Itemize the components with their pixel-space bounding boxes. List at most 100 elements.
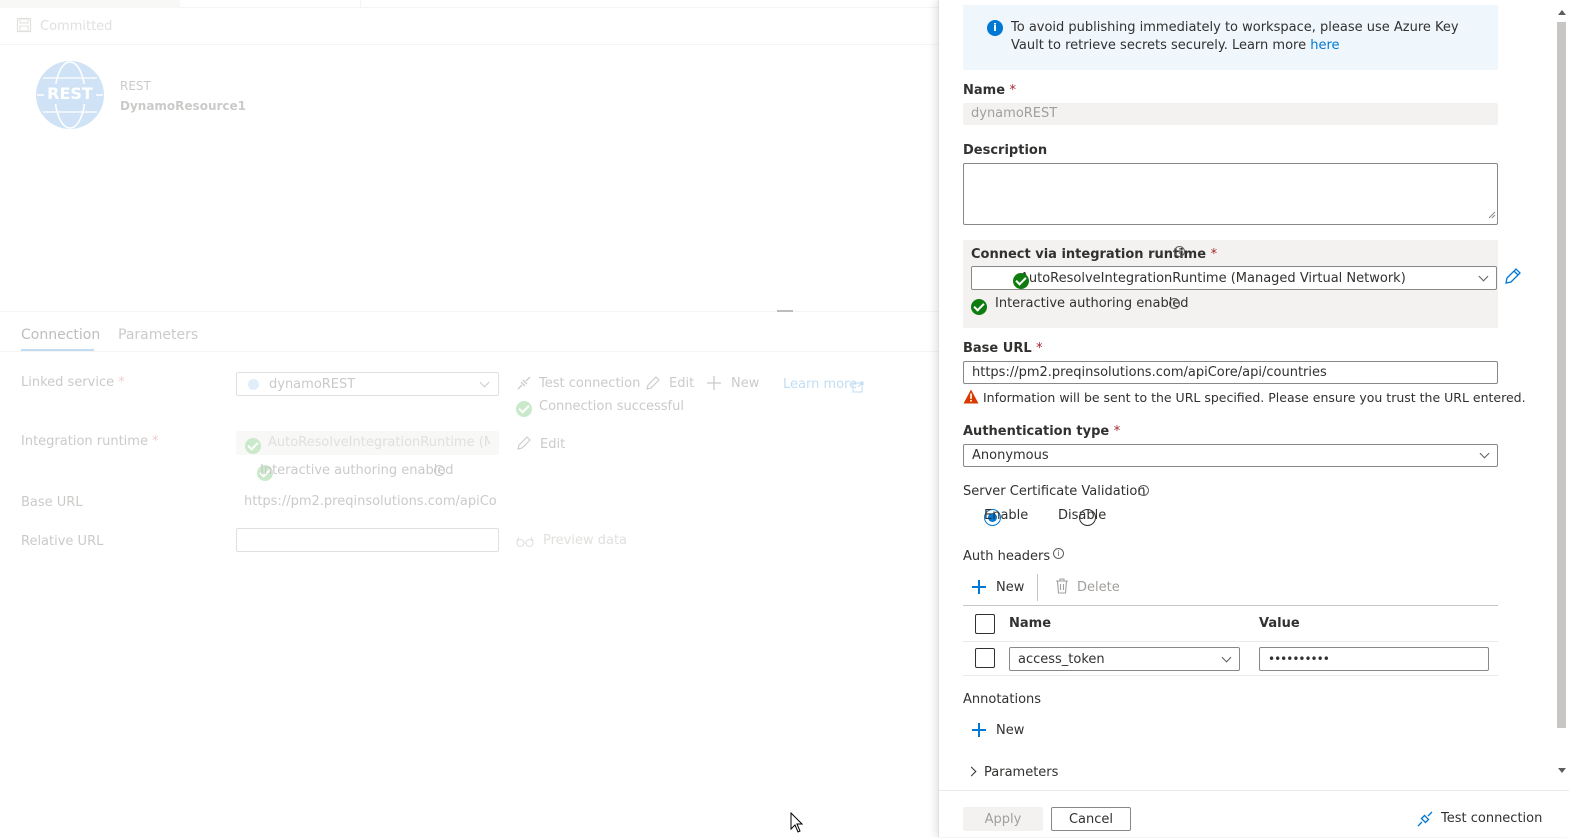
save-icon: [16, 17, 32, 37]
header-value-masked: ••••••••••: [1268, 652, 1330, 666]
column-value: Value: [1259, 616, 1300, 631]
edit-pencil-icon: [645, 375, 661, 395]
here-link[interactable]: here: [1310, 38, 1339, 53]
dataset-editor: Committed REST REST DynamoResource1 Conn…: [0, 0, 938, 837]
warning-icon: [963, 389, 979, 408]
integration-runtime-value: AutoResolveIntegrationRuntime (Ma...: [268, 435, 490, 450]
edit-pencil-icon: [516, 435, 532, 455]
runtime-value: AutoResolveIntegrationRuntime (Managed V…: [1020, 270, 1406, 286]
tab-parameters[interactable]: Parameters: [118, 327, 198, 343]
resource-type: REST: [120, 79, 151, 93]
row-checkbox[interactable]: [975, 648, 995, 668]
info-icon: i: [1174, 246, 1185, 257]
base-url-value: https://pm2.preqinsolutions.com/apiCore/…: [244, 494, 496, 509]
delete-header-button[interactable]: Delete: [1077, 580, 1120, 595]
auth-type-select[interactable]: Anonymous: [963, 444, 1498, 467]
chevron-down-icon: [1478, 271, 1489, 282]
info-banner: i To avoid publishing immediately to wor…: [963, 5, 1498, 70]
column-name: Name: [1009, 616, 1052, 631]
rest-resource-icon: REST: [35, 60, 105, 130]
linked-service-dot-icon: [248, 379, 259, 390]
annotations-label: Annotations: [963, 692, 1042, 707]
parameters-expander[interactable]: Parameters: [984, 765, 1058, 780]
header-value-input[interactable]: ••••••••••: [1259, 647, 1489, 671]
auth-headers-label: Auth headers: [963, 549, 1051, 564]
test-connection-icon: [516, 375, 532, 395]
headers-table: Name Value access_token ••••••••••: [963, 605, 1498, 676]
name-label: Name *: [963, 83, 1017, 98]
enable-radio-label[interactable]: Enable: [984, 508, 1028, 523]
select-all-checkbox[interactable]: [975, 614, 995, 634]
chevron-down-icon: [1221, 652, 1232, 663]
chevron-down-icon: [1479, 448, 1490, 459]
auth-type-label: Authentication type *: [963, 424, 1121, 439]
disable-radio-label[interactable]: Disable: [1058, 508, 1106, 523]
learn-more-link[interactable]: Learn more: [783, 377, 857, 392]
new-header-button[interactable]: New: [996, 580, 1024, 595]
trash-icon: [1055, 578, 1069, 598]
info-message: To avoid publishing immediately to works…: [1011, 20, 1459, 53]
interactive-authoring-status: Interactive authoring enabled: [995, 296, 1189, 311]
glasses-icon: [516, 533, 534, 552]
headers-table-header: Name Value: [963, 606, 1498, 642]
rest-icon-label: REST: [47, 84, 93, 103]
external-link-icon: [852, 378, 864, 397]
resize-grip-icon: [1488, 204, 1496, 223]
runtime-select[interactable]: AutoResolveIntegrationRuntime (Managed V…: [971, 266, 1497, 290]
document-tabstrip: [0, 0, 938, 8]
scroll-down-icon[interactable]: [1558, 768, 1566, 773]
edit-runtime-pencil-icon[interactable]: [1504, 267, 1522, 289]
integration-runtime-select[interactable]: AutoResolveIntegrationRuntime (Ma...: [236, 431, 499, 455]
edit-runtime-button[interactable]: Edit: [540, 437, 565, 452]
success-icon: [516, 400, 532, 417]
description-textarea[interactable]: [963, 163, 1498, 225]
linked-service-label: Linked service *: [21, 375, 125, 390]
name-field: dynamoREST: [963, 103, 1498, 125]
chevron-right-icon[interactable]: [966, 766, 977, 777]
test-connection-button[interactable]: Test connection: [1441, 811, 1542, 826]
tab-connection-underline: [21, 349, 94, 351]
scrollbar-thumb[interactable]: [1557, 22, 1566, 728]
resource-name: DynamoResource1: [120, 99, 246, 113]
relative-url-input[interactable]: [236, 528, 499, 552]
table-row: access_token ••••••••••: [963, 642, 1498, 676]
edit-linked-service-button[interactable]: Edit: [669, 376, 694, 391]
base-url-label: Base URL *: [963, 341, 1043, 356]
header-name-select[interactable]: access_token: [1009, 647, 1240, 671]
info-banner-text: To avoid publishing immediately to works…: [1011, 19, 1481, 55]
scroll-up-icon[interactable]: [1558, 10, 1566, 15]
linked-service-value: dynamoREST: [269, 377, 356, 392]
tab-connection[interactable]: Connection: [21, 327, 100, 343]
new-linked-service-button[interactable]: New: [731, 376, 759, 391]
panel-footer: Apply Cancel Test connection: [939, 790, 1569, 837]
test-connection-icon: [1416, 810, 1434, 832]
linked-service-select[interactable]: dynamoREST: [236, 372, 499, 396]
new-annotation-button[interactable]: New: [996, 723, 1024, 738]
auth-type-value: Anonymous: [972, 448, 1049, 463]
base-url-label: Base URL: [21, 495, 83, 510]
info-icon: i: [1053, 548, 1064, 559]
cancel-button[interactable]: Cancel: [1051, 807, 1131, 831]
test-connection-button[interactable]: Test connection: [539, 376, 640, 391]
runtime-ok-icon: [1013, 273, 1029, 289]
base-url-value: https://pm2.preqinsolutions.com/apiCore/…: [972, 365, 1327, 380]
cert-validation-label: Server Certificate Validation: [963, 484, 1146, 499]
integration-runtime-label: Integration runtime *: [21, 434, 159, 449]
preview-data-button[interactable]: Preview data: [543, 533, 627, 548]
header-name-value: access_token: [1018, 651, 1105, 667]
info-filled-icon: i: [987, 20, 1003, 36]
info-icon: i: [1138, 485, 1149, 496]
scrollbar[interactable]: [1555, 8, 1569, 778]
document-tab[interactable]: [0, 0, 180, 8]
commit-status: Committed: [40, 19, 113, 34]
editor-toolbar: Committed: [0, 8, 938, 45]
properties-tabs: Connection Parameters: [0, 312, 938, 352]
interactive-ok-icon: [971, 298, 987, 315]
base-url-input[interactable]: https://pm2.preqinsolutions.com/apiCore/…: [963, 361, 1498, 384]
description-label: Description: [963, 143, 1048, 158]
apply-button[interactable]: Apply: [963, 807, 1043, 831]
runtime-ok-icon: [245, 437, 261, 454]
name-value: dynamoREST: [971, 106, 1058, 121]
interactive-authoring-status: Interactive authoring enabled: [260, 463, 454, 478]
tab-divider: [360, 0, 361, 8]
